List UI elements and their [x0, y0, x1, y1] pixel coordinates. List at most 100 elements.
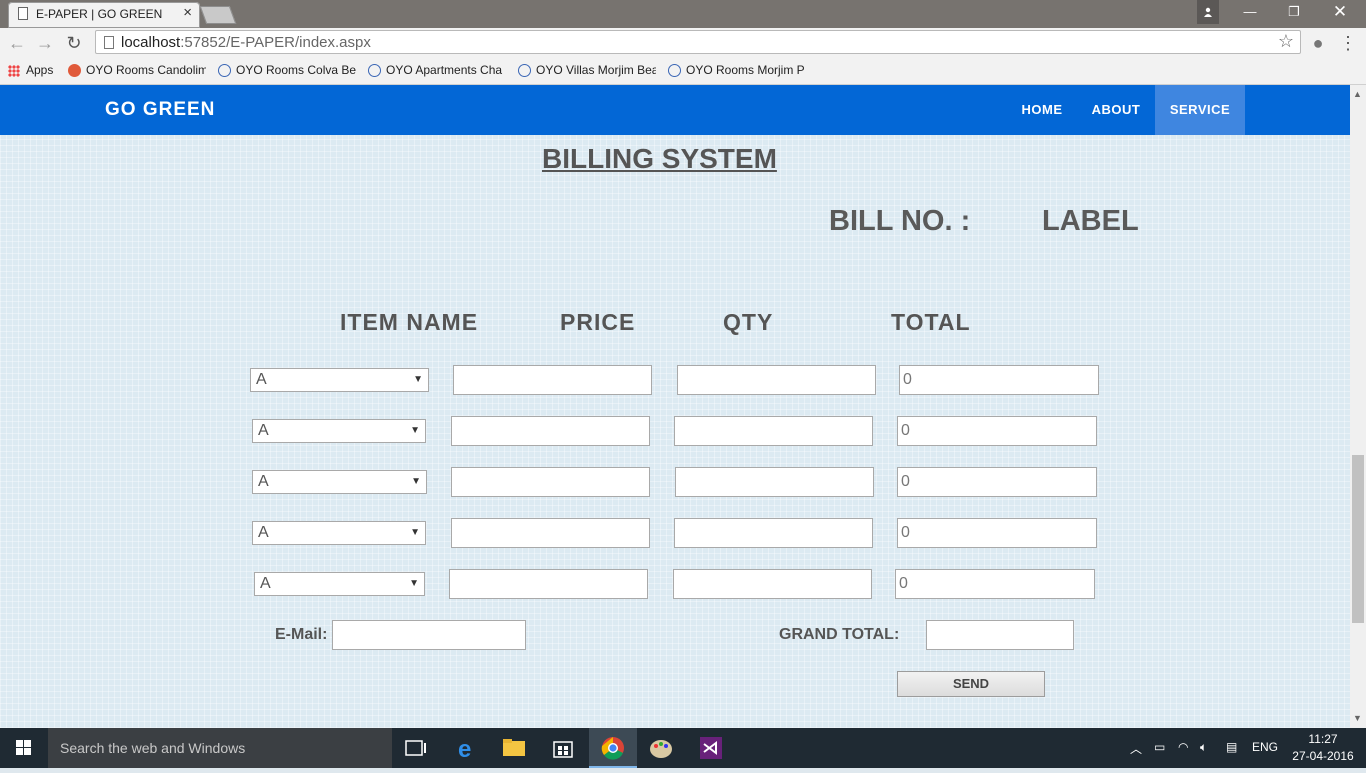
- wifi-icon[interactable]: ◠: [1178, 740, 1188, 754]
- back-arrow-icon[interactable]: ←: [6, 32, 28, 54]
- price-input[interactable]: [451, 416, 650, 446]
- qty-input[interactable]: [673, 569, 872, 599]
- forward-arrow-icon[interactable]: →: [34, 32, 56, 54]
- bookmark-item[interactable]: OYO Rooms Candolim: [68, 63, 206, 78]
- page-content: GO GREEN HOME ABOUT SERVICE BILLING SYST…: [0, 85, 1350, 728]
- bookmark-item[interactable]: OYO Rooms Colva Bea: [218, 63, 356, 78]
- browser-title-bar: E-PAPER | GO GREEN × — ❐ ✕: [0, 0, 1366, 28]
- clock-date: 27-04-2016: [1292, 749, 1354, 763]
- location-pin-icon: [68, 64, 81, 78]
- bill-no-value: LABEL: [1042, 205, 1139, 237]
- grand-total-field[interactable]: [926, 620, 1074, 650]
- extension-icon[interactable]: ●: [1307, 32, 1329, 54]
- bookmark-item[interactable]: OYO Rooms Morjim P: [668, 63, 804, 78]
- new-tab-button[interactable]: [199, 6, 237, 24]
- close-tab-icon[interactable]: ×: [183, 4, 192, 21]
- total-input[interactable]: 0: [895, 569, 1095, 599]
- svg-text:e: e: [458, 736, 471, 763]
- site-navbar: GO GREEN HOME ABOUT SERVICE: [0, 85, 1350, 135]
- total-input[interactable]: 0: [897, 416, 1097, 446]
- apps-icon: [8, 64, 20, 77]
- qty-input[interactable]: [674, 416, 873, 446]
- file-explorer-icon[interactable]: [490, 728, 538, 768]
- nav-about[interactable]: ABOUT: [1081, 85, 1151, 135]
- oyo-icon: [368, 64, 381, 78]
- grand-total-label: GRAND TOTAL:: [779, 626, 900, 643]
- reload-icon[interactable]: ↻: [63, 32, 85, 54]
- bookmark-item[interactable]: OYO Apartments Cha: [368, 63, 504, 78]
- scroll-up-arrow-icon[interactable]: ▲: [1353, 89, 1362, 99]
- task-view-icon[interactable]: [392, 728, 440, 768]
- visual-studio-icon[interactable]: [687, 728, 735, 768]
- url-text: localhost:57852/E-PAPER/index.aspx: [121, 34, 371, 51]
- browser-tab[interactable]: E-PAPER | GO GREEN ×: [8, 2, 200, 28]
- edge-browser-icon[interactable]: e: [442, 728, 490, 768]
- windows-taskbar: Search the web and Windows e ︿ ▭ ◠ 🔈︎ ▤ …: [0, 728, 1366, 768]
- total-input[interactable]: 0: [897, 467, 1097, 497]
- email-field[interactable]: [332, 620, 526, 650]
- clock[interactable]: 11:27 27-04-2016: [1288, 731, 1358, 765]
- oyo-icon: [668, 64, 681, 78]
- dropdown-arrow-icon: ▼: [409, 578, 419, 589]
- address-bar[interactable]: localhost:57852/E-PAPER/index.aspx ☆: [95, 30, 1301, 54]
- bill-no-label: BILL NO. :: [829, 205, 971, 237]
- item-select[interactable]: A ▼: [252, 470, 427, 494]
- start-button[interactable]: [0, 728, 48, 768]
- column-header-qty: QTY: [723, 309, 774, 335]
- browser-toolbar: ← → ↻ localhost:57852/E-PAPER/index.aspx…: [0, 28, 1366, 58]
- dropdown-arrow-icon: ▼: [410, 527, 420, 538]
- dropdown-arrow-icon: ▼: [413, 374, 423, 385]
- column-header-price: PRICE: [560, 309, 636, 335]
- windows-logo-icon: [16, 740, 31, 755]
- item-select[interactable]: A ▼: [254, 572, 425, 596]
- chrome-icon[interactable]: [589, 728, 637, 768]
- bookmark-star-icon[interactable]: ☆: [1278, 31, 1294, 52]
- minimize-button[interactable]: —: [1228, 0, 1272, 24]
- item-select[interactable]: A ▼: [252, 521, 426, 545]
- nav-home[interactable]: HOME: [1007, 85, 1077, 135]
- send-button[interactable]: SEND: [897, 671, 1045, 697]
- menu-icon[interactable]: ⋮: [1337, 32, 1359, 54]
- clock-time: 11:27: [1308, 732, 1338, 746]
- dropdown-arrow-icon: ▼: [411, 476, 421, 487]
- volume-icon[interactable]: 🔈︎: [1200, 740, 1207, 755]
- battery-icon[interactable]: ▭: [1154, 740, 1165, 754]
- qty-input[interactable]: [675, 467, 874, 497]
- total-input[interactable]: 0: [897, 518, 1097, 548]
- price-input[interactable]: [449, 569, 648, 599]
- taskbar-search[interactable]: Search the web and Windows: [48, 728, 392, 768]
- price-input[interactable]: [451, 518, 650, 548]
- dropdown-arrow-icon: ▼: [410, 425, 420, 436]
- qty-input[interactable]: [677, 365, 876, 395]
- price-input[interactable]: [451, 467, 650, 497]
- tab-title: E-PAPER | GO GREEN: [36, 7, 163, 21]
- qty-input[interactable]: [674, 518, 873, 548]
- oyo-icon: [518, 64, 531, 78]
- scroll-down-arrow-icon[interactable]: ▼: [1353, 713, 1362, 723]
- total-input[interactable]: 0: [899, 365, 1099, 395]
- store-icon[interactable]: [539, 728, 587, 768]
- show-hidden-icons-icon[interactable]: ︿: [1130, 740, 1142, 757]
- language-indicator[interactable]: ENG: [1252, 740, 1278, 754]
- column-header-item-name: ITEM NAME: [340, 309, 479, 335]
- notifications-icon[interactable]: ▤: [1226, 740, 1237, 754]
- column-header-total: TOTAL: [891, 309, 971, 335]
- bookmark-apps[interactable]: Apps: [8, 63, 53, 77]
- item-select[interactable]: A ▼: [250, 368, 429, 392]
- scrollbar-thumb[interactable]: [1352, 455, 1364, 623]
- user-icon[interactable]: [1197, 0, 1219, 24]
- item-select[interactable]: A ▼: [252, 419, 426, 443]
- nav-service[interactable]: SERVICE: [1155, 85, 1245, 135]
- site-brand[interactable]: GO GREEN: [105, 99, 215, 121]
- restore-button[interactable]: ❐: [1272, 0, 1316, 24]
- page-icon: [104, 36, 114, 49]
- oyo-icon: [218, 64, 231, 78]
- page-title: BILLING SYSTEM: [542, 143, 777, 174]
- page-scrollbar[interactable]: ▲ ▼: [1350, 85, 1366, 728]
- bookmark-item[interactable]: OYO Villas Morjim Bea: [518, 63, 656, 78]
- page-icon: [18, 7, 28, 20]
- email-label: E-Mail:: [275, 626, 328, 643]
- close-window-button[interactable]: ✕: [1318, 0, 1362, 24]
- paint-icon[interactable]: [637, 728, 685, 768]
- price-input[interactable]: [453, 365, 652, 395]
